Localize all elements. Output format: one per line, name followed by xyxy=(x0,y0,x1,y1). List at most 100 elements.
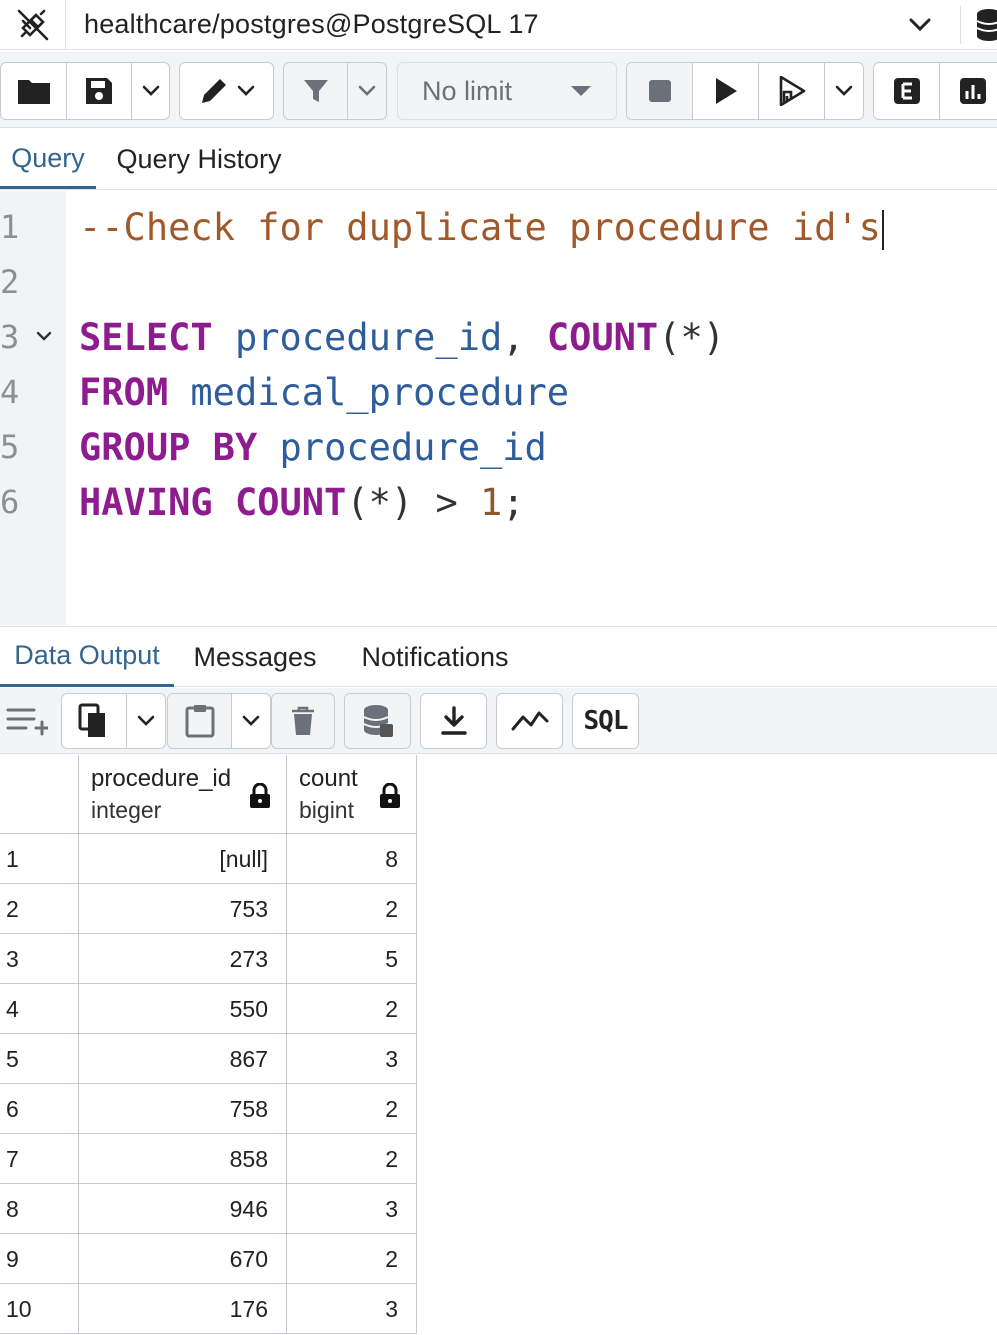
graph-visualiser-button[interactable] xyxy=(497,694,562,748)
cell-procedure-id[interactable]: 946 xyxy=(79,1184,287,1234)
table-row[interactable]: 9 670 2 xyxy=(0,1234,417,1284)
sql-operator: > xyxy=(435,481,458,524)
cell-procedure-id[interactable]: 550 xyxy=(79,984,287,1034)
database-button[interactable] xyxy=(974,8,997,42)
cell-procedure-id[interactable]: 867 xyxy=(79,1034,287,1084)
sql-punctuation: ; xyxy=(502,481,525,524)
pencil-icon xyxy=(201,79,226,103)
sql-editor[interactable]: 1 2 3 4 5 6 --Check for duplicate proced… xyxy=(0,191,997,625)
delete-row-button[interactable] xyxy=(272,694,334,748)
row-limit-select[interactable]: No limit xyxy=(397,62,617,120)
table-row[interactable]: 5 867 3 xyxy=(0,1034,417,1084)
copy-button[interactable] xyxy=(62,694,127,748)
lock-icon xyxy=(380,783,400,808)
tab-messages[interactable]: Messages xyxy=(182,627,328,687)
line-number: 5 xyxy=(0,428,20,466)
play-icon xyxy=(715,78,737,104)
table-row[interactable]: 4 550 2 xyxy=(0,984,417,1034)
tab-notifications[interactable]: Notifications xyxy=(344,627,526,687)
execute-script-button[interactable] xyxy=(759,63,825,119)
sql-keyword: FROM xyxy=(79,371,169,414)
cell-procedure-id[interactable]: [null] xyxy=(79,834,287,884)
cell-procedure-id[interactable]: 858 xyxy=(79,1134,287,1184)
save-data-button[interactable] xyxy=(345,694,410,748)
paste-button-group xyxy=(167,693,271,749)
explain-button[interactable] xyxy=(874,63,940,119)
table-row[interactable]: 2 753 2 xyxy=(0,884,417,934)
cell-count[interactable]: 8 xyxy=(287,834,417,884)
line-number: 4 xyxy=(0,373,20,411)
cell-procedure-id[interactable]: 176 xyxy=(79,1284,287,1334)
save-file-button[interactable] xyxy=(67,63,132,119)
line-number: 3 xyxy=(0,318,20,356)
row-number: 4 xyxy=(0,984,79,1034)
divider xyxy=(960,6,961,44)
edit-menu-button[interactable] xyxy=(180,63,273,119)
cell-count[interactable]: 2 xyxy=(287,884,417,934)
copy-options-dropdown[interactable] xyxy=(127,694,165,748)
connection-label[interactable]: healthcare/postgres@PostgreSQL 17 xyxy=(84,9,539,40)
sql-view-button[interactable]: SQL xyxy=(573,694,638,748)
sql-punctuation: (*) xyxy=(658,316,726,359)
cell-count[interactable]: 2 xyxy=(287,1234,417,1284)
code-line-5: GROUP BY procedure_id xyxy=(79,420,547,475)
cell-procedure-id[interactable]: 753 xyxy=(79,884,287,934)
explain-analyze-button[interactable] xyxy=(940,63,997,119)
table-row[interactable]: 1 [null] 8 xyxy=(0,834,417,884)
row-number-header[interactable] xyxy=(0,755,79,834)
copy-button-group xyxy=(61,693,166,749)
row-number: 6 xyxy=(0,1084,79,1134)
sql-identifier: procedure_id xyxy=(234,316,503,359)
column-header-count[interactable]: count bigint xyxy=(287,755,417,834)
table-row[interactable]: 6 758 2 xyxy=(0,1084,417,1134)
edit-button-group xyxy=(179,62,274,120)
execute-button-group xyxy=(626,62,864,120)
tab-data-output[interactable]: Data Output xyxy=(0,627,174,687)
folder-icon xyxy=(17,80,50,104)
fold-toggle-icon[interactable] xyxy=(36,331,52,341)
tab-query[interactable]: Query xyxy=(0,130,96,189)
connection-dropdown[interactable] xyxy=(905,12,935,38)
text-cursor xyxy=(881,209,884,250)
sql-keyword: COUNT xyxy=(234,481,347,524)
explain-icon xyxy=(893,78,920,104)
paste-button[interactable] xyxy=(168,694,232,748)
table-row[interactable]: 3 273 5 xyxy=(0,934,417,984)
code-line-4: FROM medical_procedure xyxy=(79,365,569,420)
column-name: count xyxy=(299,765,358,792)
chevron-down-icon xyxy=(142,85,159,96)
download-button[interactable] xyxy=(421,694,486,748)
stop-button[interactable] xyxy=(627,63,693,119)
table-row[interactable]: 7 858 2 xyxy=(0,1134,417,1184)
sql-comment: --Check for duplicate procedure id's xyxy=(79,206,881,249)
connection-status-button[interactable] xyxy=(0,0,66,50)
cell-count[interactable]: 3 xyxy=(287,1184,417,1234)
cell-count[interactable]: 3 xyxy=(287,1284,417,1334)
cell-count[interactable]: 2 xyxy=(287,1084,417,1134)
table-row[interactable]: 10 176 3 xyxy=(0,1284,417,1334)
filter-options-dropdown[interactable] xyxy=(348,63,386,119)
column-header-procedure-id[interactable]: procedure_id integer xyxy=(79,755,287,834)
cell-count[interactable]: 2 xyxy=(287,1134,417,1184)
cell-procedure-id[interactable]: 758 xyxy=(79,1084,287,1134)
paste-options-dropdown[interactable] xyxy=(232,694,270,748)
sql-keyword: SELECT xyxy=(79,316,213,359)
bar-chart-icon xyxy=(960,78,986,104)
cell-count[interactable]: 5 xyxy=(287,934,417,984)
add-row-button[interactable] xyxy=(6,706,50,741)
cell-count[interactable]: 2 xyxy=(287,984,417,1034)
row-number: 2 xyxy=(0,884,79,934)
save-options-dropdown[interactable] xyxy=(132,63,169,119)
cell-procedure-id[interactable]: 670 xyxy=(79,1234,287,1284)
tab-query-history[interactable]: Query History xyxy=(104,130,294,189)
cell-procedure-id[interactable]: 273 xyxy=(79,934,287,984)
sql-punctuation: , xyxy=(502,316,525,359)
chevron-down-icon xyxy=(909,18,931,32)
open-file-button[interactable] xyxy=(1,63,67,119)
table-row[interactable]: 8 946 3 xyxy=(0,1184,417,1234)
cell-count[interactable]: 3 xyxy=(287,1034,417,1084)
execute-options-dropdown[interactable] xyxy=(825,63,863,119)
execute-button[interactable] xyxy=(693,63,759,119)
query-toolbar: No limit xyxy=(0,52,997,128)
filter-button[interactable] xyxy=(284,63,348,119)
